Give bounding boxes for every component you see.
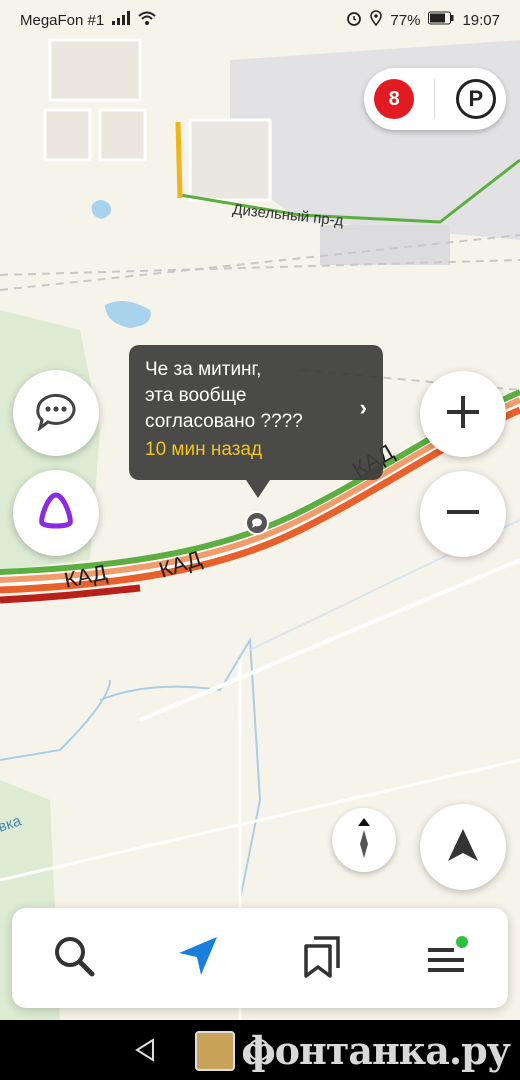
bottom-toolbar bbox=[12, 908, 508, 1008]
signal-icon bbox=[112, 11, 131, 29]
road-event-popup[interactable]: Че за митинг, эта вообще согласовано ???… bbox=[129, 345, 383, 480]
kad-label-2: КАД bbox=[156, 546, 205, 583]
search-tab[interactable] bbox=[39, 923, 109, 993]
watermark: фонтанка.ру bbox=[195, 1028, 511, 1073]
system-nav-bar: фонтанка.ру bbox=[0, 1020, 520, 1080]
chat-button[interactable] bbox=[13, 370, 99, 456]
zoom-out-button[interactable] bbox=[420, 471, 506, 557]
my-location-button[interactable] bbox=[420, 804, 506, 890]
alice-assistant-button[interactable] bbox=[13, 470, 99, 556]
clock: 19:07 bbox=[462, 11, 500, 29]
pill-divider bbox=[434, 79, 436, 119]
status-bar: MegaFon #1 77% 19:07 bbox=[0, 0, 520, 40]
back-icon[interactable] bbox=[133, 1038, 157, 1067]
location-icon bbox=[370, 10, 383, 30]
alice-icon bbox=[36, 491, 76, 536]
chevron-right-icon: › bbox=[359, 395, 367, 420]
traffic-level-button[interactable]: 8 bbox=[374, 79, 415, 119]
plus-icon bbox=[443, 392, 483, 437]
carrier-label: MegaFon #1 bbox=[20, 11, 105, 29]
menu-icon bbox=[424, 934, 468, 983]
bookmarks-icon bbox=[302, 934, 342, 983]
popup-message: Че за митинг, эта вообще согласовано ???… bbox=[145, 359, 303, 432]
compass-icon bbox=[352, 816, 376, 865]
navigation-tab[interactable] bbox=[163, 923, 233, 993]
minus-icon bbox=[443, 492, 483, 537]
kad-label-1: КАД bbox=[62, 559, 109, 592]
alarm-icon bbox=[346, 10, 362, 30]
comment-pin-icon[interactable] bbox=[245, 511, 269, 535]
bookmarks-tab[interactable] bbox=[287, 923, 357, 993]
navigation-arrow-icon bbox=[175, 933, 221, 984]
location-arrow-icon bbox=[446, 827, 480, 868]
menu-tab[interactable] bbox=[411, 923, 481, 993]
fontanka-logo bbox=[195, 1030, 236, 1071]
popup-tail bbox=[246, 480, 270, 498]
compass-button[interactable] bbox=[332, 808, 396, 872]
chat-bubble-icon bbox=[34, 391, 78, 436]
watermark-text: фонтанка.ру bbox=[241, 1028, 511, 1073]
parking-button[interactable]: P bbox=[455, 79, 496, 119]
battery-percent: 77% bbox=[390, 11, 421, 29]
traffic-parking-control: 8 P bbox=[364, 68, 506, 130]
zoom-in-button[interactable] bbox=[420, 371, 506, 457]
wifi-icon bbox=[138, 11, 156, 29]
search-icon bbox=[52, 934, 96, 983]
popup-time: 10 мин назад bbox=[145, 439, 263, 460]
battery-icon bbox=[428, 11, 454, 29]
